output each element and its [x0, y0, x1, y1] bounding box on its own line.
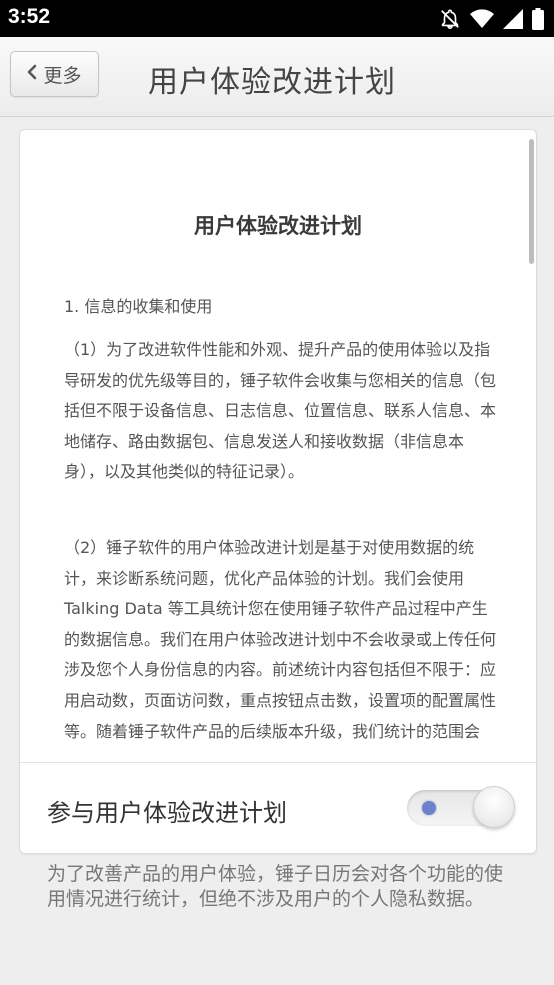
battery-icon	[532, 8, 544, 30]
page-title: 用户体验改进计划	[148, 65, 396, 100]
participate-toggle-switch[interactable]	[407, 786, 515, 832]
paragraph-2: （2）锤子软件的用户体验改进计划是基于对使用数据的统计，来诊断系统问题，优化产品…	[64, 538, 497, 741]
signal-icon	[503, 9, 523, 29]
back-button-label: 更多	[43, 64, 82, 87]
toggle-knob[interactable]	[473, 786, 515, 828]
paragraph-1: （1）为了改进软件性能和外观、提升产品的使用体验以及指导研发的优先级等目的，锤子…	[64, 340, 497, 482]
title-bar: 更多 用户体验改进计划	[0, 37, 554, 117]
section-heading: 1. 信息的收集和使用	[64, 297, 213, 316]
back-button[interactable]: 更多	[10, 51, 99, 97]
scrollbar[interactable]	[529, 139, 534, 264]
status-icons	[439, 7, 544, 31]
status-time: 3:52	[8, 5, 51, 28]
privacy-footnote: 为了改善产品的用户体验，锤子日历会对各个功能的使用情况进行统计，但绝不涉及用户的…	[47, 863, 504, 910]
participate-toggle-row[interactable]: 参与用户体验改进计划	[20, 762, 536, 853]
status-bar: 3:52	[0, 0, 554, 37]
wifi-icon	[470, 9, 494, 29]
toggle-indicator-dot	[422, 801, 436, 815]
document-title: 用户体验改进计划	[194, 214, 362, 238]
chevron-left-icon	[27, 64, 37, 84]
notifications-off-icon	[439, 8, 461, 30]
agreement-card: 用户体验改进计划 1. 信息的收集和使用 （1）为了改进软件性能和外观、提升产品…	[19, 129, 537, 854]
participate-toggle-label: 参与用户体验改进计划	[47, 799, 287, 827]
agreement-scroll-area[interactable]: 用户体验改进计划 1. 信息的收集和使用 （1）为了改进软件性能和外观、提升产品…	[20, 130, 536, 762]
